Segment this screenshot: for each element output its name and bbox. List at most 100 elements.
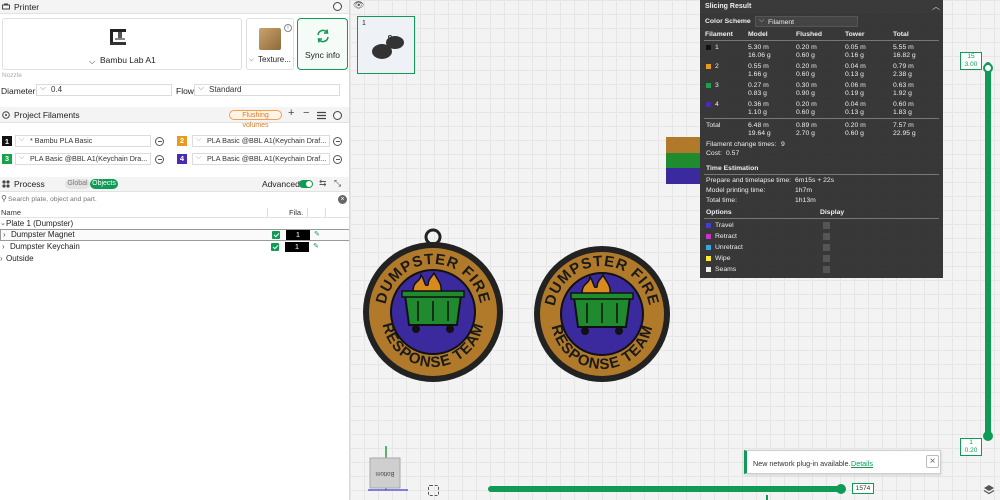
option-row-retract: Retract (700, 232, 943, 242)
add-filament-icon[interactable]: + (288, 107, 294, 119)
compare-icon[interactable]: ⇆ (319, 178, 327, 189)
option-row-wipe: Wipe (700, 254, 943, 264)
remove-filament-circle-icon[interactable] (333, 155, 342, 164)
total-length: 0.79 m (893, 63, 914, 70)
printer-section-header[interactable]: Printer (0, 0, 349, 14)
layer-slider-top-handle[interactable] (983, 63, 993, 73)
remove-filament-icon[interactable]: − (303, 107, 309, 119)
select-chevron-icon: ⌵ (759, 17, 765, 24)
advanced-toggle[interactable] (299, 180, 313, 188)
search-icon: ⚲ (1, 194, 7, 203)
filament-number-badge[interactable]: 3 (2, 154, 12, 164)
slicing-result-panel: Slicing Result ︿ Color Scheme ⌵ Filament… (700, 0, 943, 278)
total-label: Total (706, 122, 721, 129)
slicing-result-header[interactable]: Slicing Result ︿ (700, 0, 943, 13)
layer-slider-bottom-handle[interactable] (983, 431, 993, 441)
change-times-label: Filament change times: (706, 141, 777, 148)
color-scheme-value: Filament (768, 19, 795, 26)
remove-filament-circle-icon[interactable] (155, 137, 164, 146)
notification-details-link[interactable]: Details (851, 459, 873, 468)
layer-slider-track[interactable] (985, 62, 991, 440)
paint-icon[interactable]: ✎ (313, 241, 319, 253)
close-icon[interactable]: × (926, 455, 939, 468)
slicing-result-title: Slicing Result (705, 3, 752, 10)
filament-settings-gear-icon[interactable] (333, 111, 342, 120)
tab-global[interactable]: Global (65, 179, 90, 189)
plate-thumbnail[interactable]: 1 (357, 16, 415, 74)
object-search-input[interactable] (8, 195, 328, 204)
filament-row: 1 * Bambu PLA Basic 2 PLA Basic @BBL A1(… (0, 135, 349, 147)
filament-id: 3 (715, 82, 719, 89)
model-length: 0.36 m (748, 101, 769, 108)
total-length: 5.55 m (893, 44, 914, 51)
filament-number-badge[interactable]: 4 (177, 154, 187, 164)
option-display-checkbox[interactable] (823, 266, 830, 273)
remove-filament-circle-icon[interactable] (333, 137, 342, 146)
layers-icon[interactable] (983, 484, 995, 496)
dumpster-keychain-model[interactable]: DUMPSTER FIRE RESPONSE TEAM (358, 225, 508, 385)
diameter-select[interactable]: 0.4 (36, 83, 172, 96)
paint-icon[interactable]: ✎ (314, 229, 320, 241)
collapse-icon[interactable]: ⤡ (334, 178, 341, 189)
total-usage-row: Total 6.48 m 19.64 g 0.89 m 2.70 g 0.20 … (700, 121, 943, 141)
move-slider-handle[interactable] (836, 484, 846, 494)
flushing-volumes-button[interactable]: Flushing volumes (229, 110, 282, 129)
plate-type-card[interactable]: i ⌵ Texture... (246, 18, 294, 70)
printer-settings-gear-icon[interactable] (333, 2, 342, 11)
option-display-checkbox[interactable] (823, 244, 830, 251)
dumpster-magnet-model[interactable]: DUMPSTER FIRE RESPONSE TEAM (531, 245, 673, 387)
filament-select[interactable]: PLA Basic @BBL A1(Keychain Draf... (192, 135, 330, 147)
object-name: Dumpster Magnet (11, 230, 75, 239)
filament-id: 4 (715, 101, 719, 108)
expand-chevron-icon[interactable]: › (2, 241, 5, 253)
move-slider-track[interactable] (488, 486, 844, 492)
expand-chevron-icon[interactable]: › (3, 229, 6, 241)
model-length: 6.48 m (748, 122, 769, 129)
color-band-purple (666, 168, 700, 184)
tree-row-outside[interactable]: › Outside (0, 253, 349, 265)
filament-number-badge[interactable]: 1 (2, 136, 12, 146)
collapse-chevron-icon[interactable]: ︿ (932, 1, 940, 12)
object-visible-checkbox[interactable] (272, 231, 280, 239)
object-filament-badge[interactable]: 1 (285, 242, 309, 252)
filaments-section-header[interactable]: Project Filaments Flushing volumes + − (0, 107, 349, 129)
tab-objects[interactable]: Objects (90, 179, 118, 189)
flow-select[interactable]: Standard (194, 83, 340, 96)
option-display-checkbox[interactable] (823, 255, 830, 262)
divider (704, 174, 939, 175)
option-name: Unretract (715, 244, 743, 251)
clear-search-icon[interactable]: × (338, 195, 347, 204)
info-icon[interactable]: i (284, 24, 292, 32)
fit-view-icon[interactable] (428, 485, 439, 496)
object-search-bar: ⚲ × (0, 194, 349, 205)
filament-select[interactable]: PLA Basic @BBL A1(Keychain Dra... (15, 153, 151, 165)
filament-number-badge[interactable]: 2 (177, 136, 187, 146)
remove-filament-circle-icon[interactable] (155, 155, 164, 164)
tower-length: 0.05 m (845, 44, 866, 51)
printer-card[interactable]: ⌵ Bambu Lab A1 (2, 18, 242, 70)
flushed-weight: 0.60 g (796, 52, 815, 59)
col-model: Model (748, 31, 768, 38)
process-section-header[interactable]: Process Global Objects Advanced ⇆ ⤡ (0, 177, 349, 192)
option-display-checkbox[interactable] (823, 233, 830, 240)
tree-row-object[interactable]: › Dumpster Magnet 1 ✎ (0, 229, 349, 241)
color-scheme-select[interactable]: ⌵ Filament (755, 16, 858, 27)
filament-list-icon[interactable] (317, 111, 326, 120)
outside-label: Outside (6, 254, 34, 263)
object-filament-badge[interactable]: 1 (286, 230, 310, 240)
filament-select[interactable]: * Bambu PLA Basic (15, 135, 151, 147)
object-visible-checkbox[interactable] (271, 243, 279, 251)
filament-spool-icon (2, 111, 10, 119)
filament-select[interactable]: PLA Basic @BBL A1(Keychain Draf... (192, 153, 330, 165)
column-divider (325, 208, 326, 217)
visibility-eye-icon[interactable]: 👁 (353, 0, 364, 11)
process-icon (2, 180, 10, 188)
option-display-checkbox[interactable] (823, 222, 830, 229)
layer-bottom-height: 0.20 (964, 447, 978, 454)
tree-row-object[interactable]: › Dumpster Keychain 1 ✎ (0, 241, 349, 253)
expand-chevron-icon[interactable]: › (0, 253, 3, 265)
sync-info-button[interactable]: Sync info (297, 18, 348, 70)
filament-row: 3 PLA Basic @BBL A1(Keychain Dra... 4 PL… (0, 153, 349, 165)
option-swatch (706, 267, 711, 272)
view-cube[interactable]: Bottom (364, 444, 412, 496)
